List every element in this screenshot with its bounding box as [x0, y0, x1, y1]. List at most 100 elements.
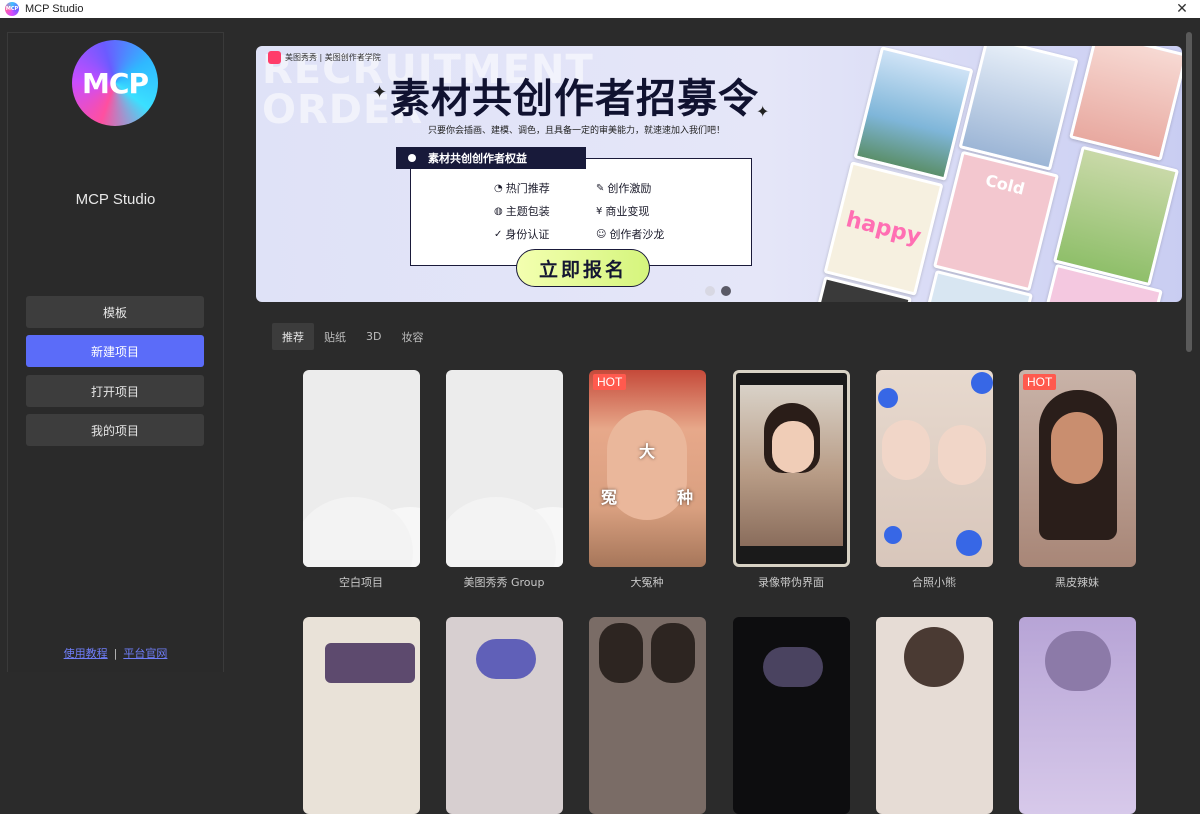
close-button[interactable]: ✕: [1172, 0, 1192, 18]
tab-recommended[interactable]: 推荐: [272, 323, 314, 350]
footer-links: 使用教程 | 平台官网: [8, 645, 223, 661]
collage-tile: [1069, 46, 1182, 161]
logo-text: MCP: [82, 66, 149, 100]
flower-icon: [971, 372, 993, 394]
hair-illustration: [904, 627, 964, 687]
hair-illustration: [651, 623, 695, 683]
template-label: 美图秀秀 Group: [463, 576, 545, 589]
banner-brand: 美图秀秀 | 美图创作者学院: [268, 51, 381, 64]
collage-text: happy: [843, 207, 924, 250]
overlay-char: 种: [677, 488, 694, 507]
carousel-dot-active[interactable]: [721, 286, 731, 296]
device-illustration: [325, 643, 415, 683]
mcp-logo-icon: MCP: [72, 40, 158, 126]
template-card-dayuanzhong[interactable]: HOT 大 冤 种: [589, 370, 706, 567]
hair-illustration: [599, 623, 643, 683]
banner-brand-text: 美图秀秀 | 美图创作者学院: [285, 53, 381, 62]
flower-icon: [878, 388, 898, 408]
hot-badge: HOT: [593, 374, 627, 390]
my-projects-button[interactable]: 我的项目: [26, 414, 204, 446]
template-card-vhs[interactable]: [733, 370, 850, 567]
window-title: MCP Studio: [25, 3, 84, 15]
bullet-icon: [408, 154, 416, 162]
banner-title: 素材共创作者招募令: [390, 76, 759, 122]
user-icon: ☺: [596, 228, 607, 240]
benefit-label: 身份认证: [505, 228, 550, 241]
collage-tile: happy: [823, 161, 944, 296]
pen-icon: ✎: [596, 182, 605, 194]
hot-badge: HOT: [1023, 374, 1057, 390]
benefit-item: ☺ 创作者沙龙: [596, 226, 664, 242]
planet-illustration: [763, 647, 823, 687]
template-label: 合照小熊: [912, 576, 956, 589]
fire-icon: ◔: [494, 182, 503, 194]
template-card[interactable]: [1019, 617, 1136, 814]
hair-illustration: [1045, 631, 1111, 691]
footer-separator: |: [113, 647, 118, 660]
promo-banner[interactable]: RECRUITMENT ORDER 美图秀秀 | 美图创作者学院 ✦ ✦ 素材共…: [256, 46, 1182, 302]
new-project-button[interactable]: 新建项目: [26, 335, 204, 367]
tutorial-link[interactable]: 使用教程: [64, 647, 108, 660]
scrollbar[interactable]: [1186, 32, 1192, 352]
template-card[interactable]: [303, 617, 420, 814]
template-label: 黑皮辣妹: [1055, 576, 1099, 589]
face-illustration: [882, 420, 930, 480]
banner-subtitle: 只要你会插画、建模、调色，且具备一定的审美能力，就速速加入我们吧！: [428, 126, 726, 136]
meitu-logo-icon: [268, 51, 281, 64]
template-card-tanned-girl[interactable]: HOT: [1019, 370, 1136, 567]
benefit-label: 热门推荐: [505, 182, 550, 195]
template-card[interactable]: [446, 617, 563, 814]
template-card-group[interactable]: [446, 370, 563, 567]
title-bar: MCP MCP Studio ✕: [0, 0, 1200, 18]
template-label: 大冤种: [630, 576, 664, 589]
overlay-char: 大: [639, 442, 656, 461]
template-card[interactable]: [876, 617, 993, 814]
yen-icon: ¥: [596, 205, 603, 217]
open-project-button[interactable]: 打开项目: [26, 375, 204, 407]
template-card-blank[interactable]: [303, 370, 420, 567]
benefit-item: ◔ 热门推荐: [494, 180, 550, 196]
carousel-dots: [705, 286, 731, 296]
face-illustration: [1051, 412, 1103, 484]
sticker-collage: happy Cold: [796, 46, 1182, 302]
flower-icon: [884, 526, 902, 544]
template-label: 空白项目: [339, 576, 383, 589]
signup-button[interactable]: 立即报名: [516, 249, 650, 287]
category-tabs: 推荐 贴纸 3D 妆容: [272, 323, 433, 350]
sticker-illustration: [476, 639, 536, 679]
tab-makeup[interactable]: 妆容: [391, 323, 433, 350]
sparkle-icon: ✦: [372, 82, 388, 103]
face-illustration: [772, 421, 814, 473]
collage-tile: Cold: [932, 150, 1060, 292]
palette-icon: ◍: [494, 205, 503, 217]
flower-icon: [956, 530, 982, 556]
app-logo-icon: MCP: [5, 2, 19, 16]
collage-tile: [1052, 145, 1180, 287]
collage-tile: [958, 46, 1079, 171]
benefit-item: ✎ 创作激励: [596, 180, 651, 196]
template-card[interactable]: [589, 617, 706, 814]
collage-text: Cold: [983, 170, 1027, 199]
benefit-label: 创作者沙龙: [609, 228, 665, 241]
benefit-item: ✓ 身份认证: [494, 226, 549, 242]
benefit-item: ¥ 商业变现: [596, 203, 649, 219]
carousel-dot[interactable]: [705, 286, 715, 296]
templates-button[interactable]: 模板: [26, 296, 204, 328]
benefits-header-text: 素材共创创作者权益: [428, 152, 527, 165]
tab-3d[interactable]: 3D: [356, 323, 391, 350]
website-link[interactable]: 平台官网: [123, 647, 167, 660]
template-label: 录像带伪界面: [758, 576, 824, 589]
face-illustration: [938, 425, 986, 485]
face-illustration: [607, 410, 687, 520]
tab-stickers[interactable]: 贴纸: [314, 323, 356, 350]
app-name: MCP Studio: [75, 191, 156, 208]
template-card[interactable]: [733, 617, 850, 814]
benefits-header: 素材共创创作者权益: [396, 147, 586, 169]
benefit-item: ◍ 主题包装: [494, 203, 550, 219]
sidebar: MCP MCP Studio 模板 新建项目 打开项目 我的项目 使用教程 | 平台…: [7, 32, 224, 672]
benefit-label: 创作激励: [607, 182, 652, 195]
template-card-bear-photo[interactable]: [876, 370, 993, 567]
benefit-label: 主题包装: [505, 205, 550, 218]
benefit-label: 商业变现: [605, 205, 650, 218]
overlay-char: 冤: [601, 488, 618, 507]
